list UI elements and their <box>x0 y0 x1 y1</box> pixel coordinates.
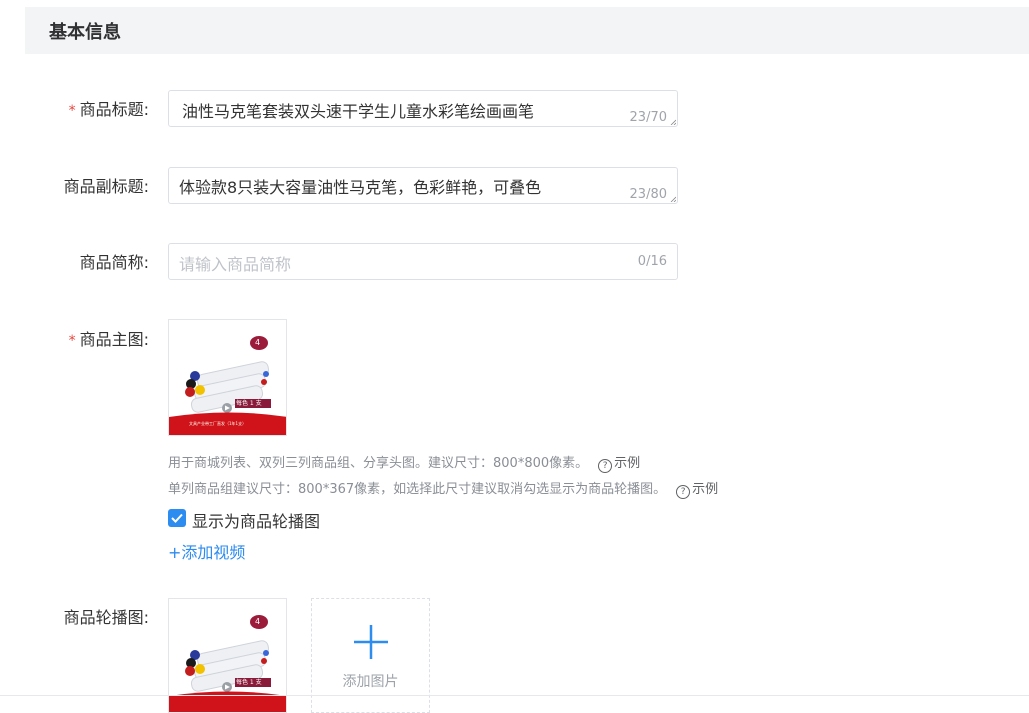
title-label: * 商品标题: <box>69 99 149 122</box>
required-mark: * <box>68 333 76 349</box>
main-image-help-2: 单列商品组建议尺寸：800*367像素，如选择此尺寸建议取消勾选显示为商品轮播图… <box>168 478 718 499</box>
question-icon: ? <box>676 485 691 499</box>
check-icon <box>171 513 183 523</box>
image-badge: 4 <box>255 338 261 347</box>
add-video-link[interactable]: +添加视频 <box>168 539 245 563</box>
add-image-label: 添加图片 <box>342 674 399 690</box>
required-mark: * <box>68 103 76 119</box>
plus-icon <box>354 625 388 659</box>
image-color-tag: 每色 1 支 <box>236 400 262 407</box>
short-name-counter: 0/16 <box>637 254 667 269</box>
example-label[interactable]: 示例 <box>692 482 718 497</box>
subtitle-counter: 23/80 <box>629 187 667 202</box>
title-input-value[interactable]: 油性马克笔套装双头速干学生儿童水彩笔绘画画笔 <box>182 98 534 122</box>
image-badge: 4 <box>255 617 261 626</box>
example-label[interactable]: 示例 <box>614 456 640 471</box>
help-text-2: 单列商品组建议尺寸：800*367像素，如选择此尺寸建议取消勾选显示为商品轮播图… <box>168 482 667 497</box>
title-input[interactable]: 油性马克笔套装双头速干学生儿童水彩笔绘画画笔 23/70 <box>168 90 678 127</box>
title-counter: 23/70 <box>629 110 667 125</box>
resize-handle-icon[interactable] <box>670 196 676 202</box>
subtitle-input-value[interactable]: 体验款8只装大容量油性马克笔，色彩鲜艳，可叠色 <box>179 174 541 198</box>
carousel-label: 商品轮播图: <box>63 608 149 627</box>
resize-handle-icon[interactable] <box>670 119 676 125</box>
short-name-label: 商品简称: <box>79 253 149 272</box>
show-as-carousel-checkbox[interactable] <box>168 509 186 527</box>
section-title: 基本信息 <box>49 22 121 43</box>
subtitle-input[interactable]: 体验款8只装大容量油性马克笔，色彩鲜艳，可叠色 23/80 <box>168 167 678 204</box>
example-link-2[interactable]: ? 示例 <box>676 482 718 499</box>
show-as-carousel-label[interactable]: 显示为商品轮播图 <box>192 508 320 532</box>
title-label-text: 商品标题: <box>79 100 149 119</box>
section-header: 基本信息 <box>25 7 1029 54</box>
subtitle-label: 商品副标题: <box>63 177 149 196</box>
marker-product-image <box>169 320 286 435</box>
help-text-1: 用于商城列表、双列三列商品组、分享头图。建议尺寸：800*800像素。 <box>168 456 589 471</box>
question-icon: ? <box>598 459 613 473</box>
short-name-placeholder[interactable]: 请输入商品简称 <box>179 251 291 275</box>
main-image-help-1: 用于商城列表、双列三列商品组、分享头图。建议尺寸：800*800像素。? 示例 <box>168 452 640 473</box>
main-image-label: * 商品主图: <box>69 329 149 352</box>
image-color-tag: 每色 1 支 <box>236 679 262 686</box>
image-banner-text: 文具产业带工厂直发（1年1支） <box>189 421 247 426</box>
main-image-label-text: 商品主图: <box>79 330 149 349</box>
main-image-thumbnail[interactable]: 4 每色 1 支 文具产业带工厂直发（1年1支） <box>168 319 287 436</box>
example-link-1[interactable]: ? 示例 <box>598 456 640 473</box>
bottom-divider <box>0 695 1029 696</box>
short-name-input[interactable]: 请输入商品简称 0/16 <box>168 243 678 280</box>
